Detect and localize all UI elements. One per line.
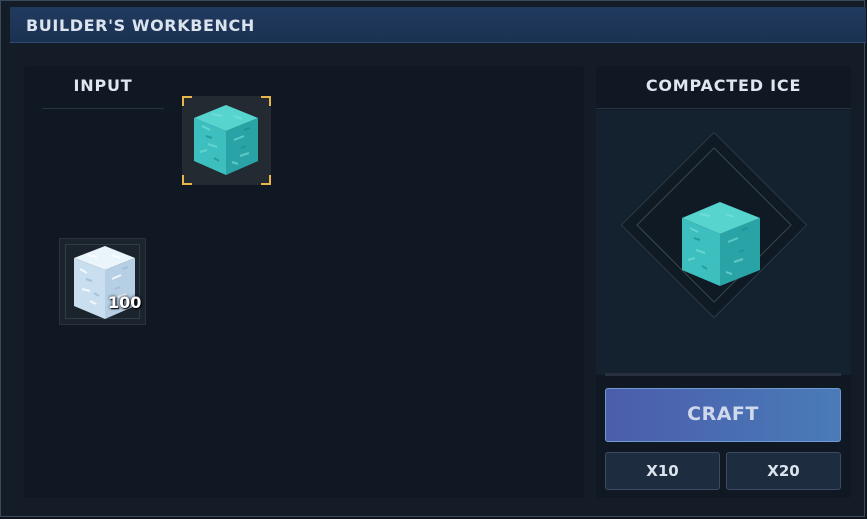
result-preview bbox=[596, 110, 851, 375]
result-panel: COMPACTED ICE CRAFT X10 X20 bbox=[596, 66, 851, 498]
panel-divider bbox=[605, 373, 841, 376]
workbench-window: BUILDER'S WORKBENCH INPUT 100 COMPACTED … bbox=[0, 0, 866, 517]
craft-x20-button[interactable]: X20 bbox=[726, 452, 841, 490]
selection-corner bbox=[182, 96, 192, 106]
craft-button[interactable]: CRAFT bbox=[605, 388, 841, 442]
input-header: INPUT bbox=[42, 66, 164, 109]
compacted-ice-block-icon bbox=[682, 202, 760, 286]
window-title: BUILDER'S WORKBENCH bbox=[26, 16, 255, 35]
ingredient-quantity: 100 bbox=[108, 293, 142, 312]
result-item-name: COMPACTED ICE bbox=[596, 66, 851, 109]
ingredient-slot-snow-ice[interactable]: 100 bbox=[59, 238, 146, 325]
craft-x10-button[interactable]: X10 bbox=[605, 452, 720, 490]
recipe-slot-compacted-ice[interactable] bbox=[182, 96, 271, 185]
compacted-ice-block-icon bbox=[194, 105, 258, 175]
selection-corner bbox=[261, 175, 271, 185]
input-panel: INPUT 100 bbox=[24, 66, 584, 498]
selection-corner bbox=[182, 175, 192, 185]
title-bar: BUILDER'S WORKBENCH bbox=[10, 7, 866, 43]
selection-corner bbox=[261, 96, 271, 106]
